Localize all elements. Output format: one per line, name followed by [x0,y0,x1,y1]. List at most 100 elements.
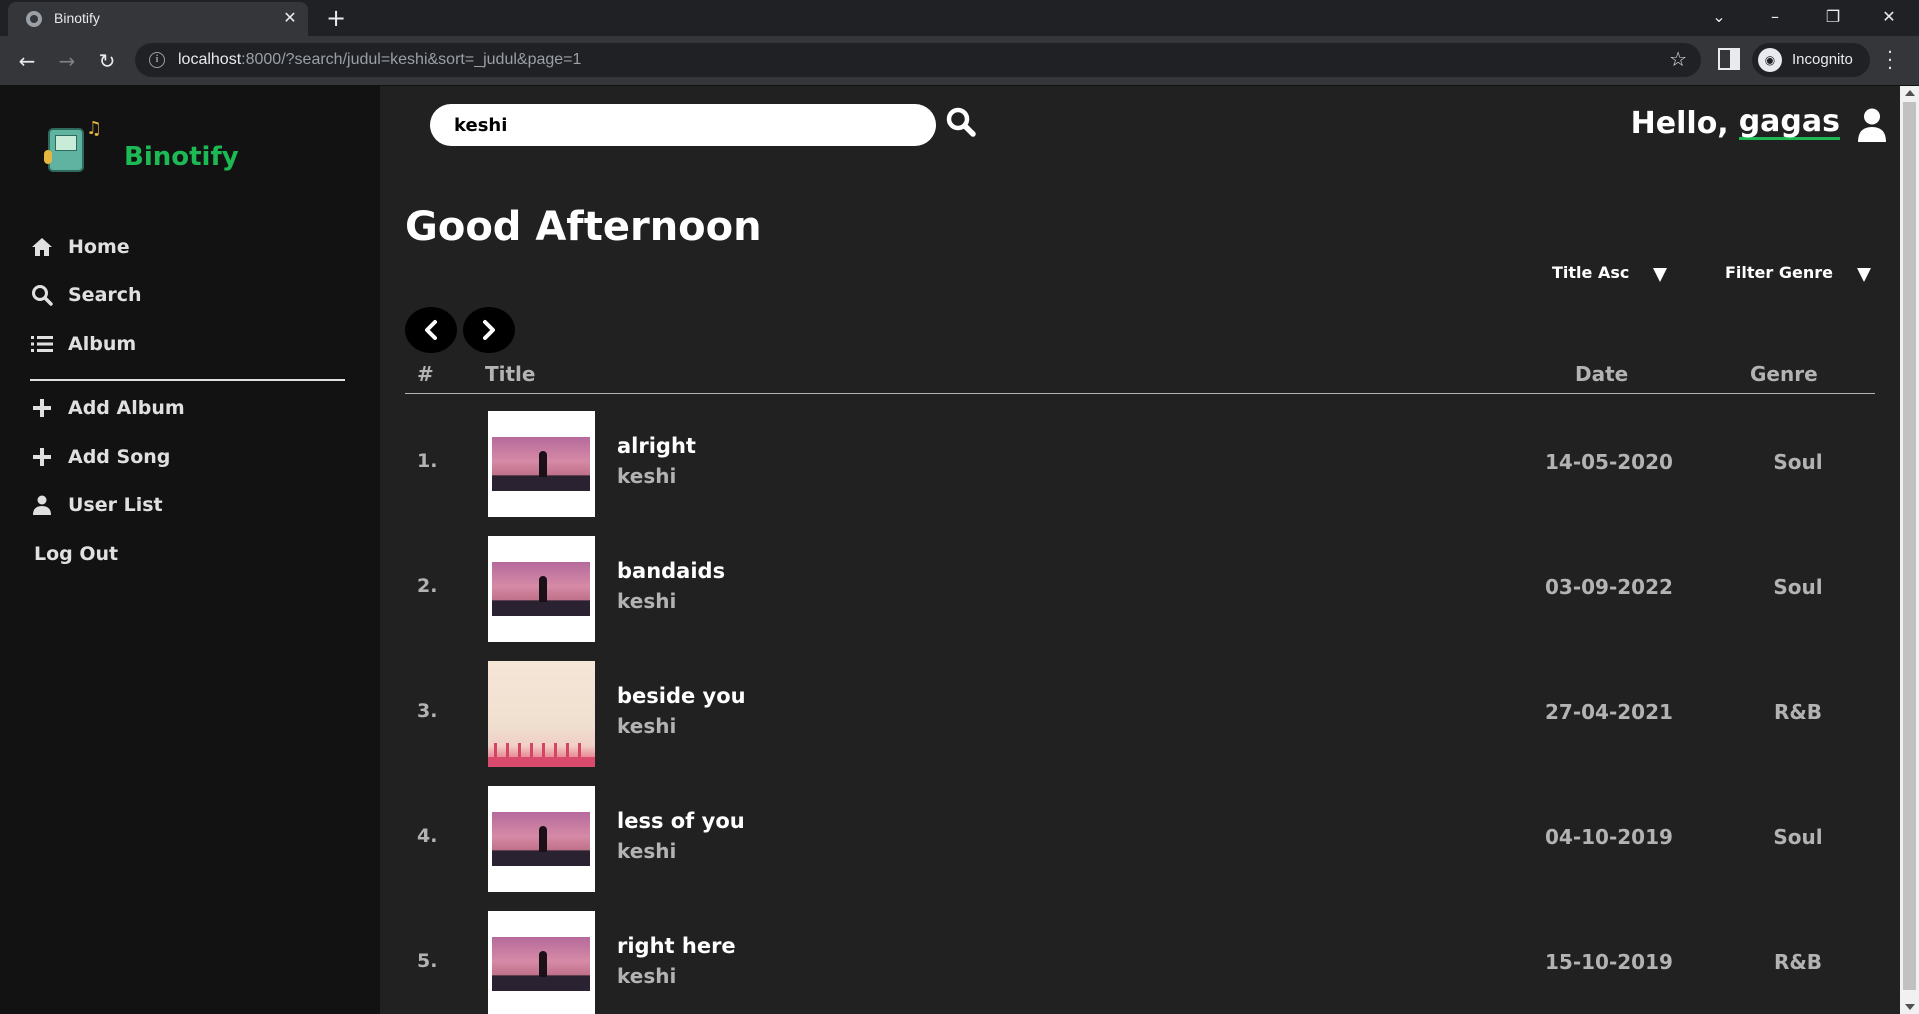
home-icon [30,235,54,259]
prev-page-button[interactable] [405,307,457,353]
album-cover [488,536,595,642]
sidebar-item-logout[interactable]: Log Out [34,539,118,569]
bmo-logo-icon [44,128,84,172]
profile-button[interactable] [1857,108,1887,142]
forward-arrow-icon[interactable]: → [52,46,82,76]
bookmark-star-icon[interactable]: ☆ [1669,47,1687,71]
user-greeting: Hello, gagas [1631,106,1840,141]
side-panel-icon[interactable] [1718,48,1740,70]
plus-icon [30,396,54,420]
sort-dropdown[interactable]: Title Asc [1552,262,1668,282]
globe-icon [26,11,42,27]
music-note-icon: ♫ [86,118,103,139]
column-genre: Genre [1750,362,1818,386]
song-artist: keshi [617,464,677,488]
table-row[interactable]: 1. alright keshi 14-05-2020 Soul [405,406,1875,517]
browser-tab[interactable]: Binotify ✕ [8,2,308,36]
song-title[interactable]: less of you [617,809,745,833]
incognito-icon: ◉ [1758,48,1782,72]
sidebar-item-label: Home [68,236,130,258]
table-row[interactable]: 4. less of you keshi 04-10-2019 Soul [405,781,1875,892]
new-tab-button[interactable]: + [322,4,350,32]
sort-label: Title Asc [1552,262,1630,282]
sidebar-item-home[interactable]: Home [30,232,130,262]
greeting-text: Hello, [1630,106,1729,141]
song-date: 27-04-2021 [1545,700,1673,724]
sidebar-item-add-album[interactable]: Add Album [30,393,185,423]
app-logo[interactable]: ♫ Binotify [44,118,239,190]
song-date: 03-09-2022 [1545,575,1673,599]
sidebar-item-label: Album [68,333,137,355]
song-genre: Soul [1773,450,1823,474]
song-genre: Soul [1773,575,1823,599]
username[interactable]: gagas [1738,107,1840,140]
sidebar-divider [30,379,345,381]
plus-icon [30,445,54,469]
search-input[interactable] [454,112,914,138]
song-table-header: # Title Date Genre [405,354,1875,394]
logo-text: Binotify [124,142,239,172]
row-number: 2. [417,575,438,597]
table-row[interactable]: 5. right here keshi 15-10-2019 R&B [405,906,1875,1014]
user-avatar-icon [1858,108,1886,142]
caret-down-icon [1856,268,1871,282]
sidebar: ♫ Binotify Home Search Album Add Album A… [0,86,380,1014]
next-page-button[interactable] [463,307,515,353]
sidebar-item-add-song[interactable]: Add Song [30,442,170,472]
sidebar-item-label: Add Album [68,397,185,419]
sidebar-item-label: Search [68,284,142,306]
address-url: localhost:8000/?search/judul=keshi&sort=… [178,51,582,68]
song-artist: keshi [617,839,677,863]
browser-toolbar: ← → ↻ i localhost:8000/?search/judul=kes… [0,36,1919,86]
sidebar-item-album[interactable]: Album [30,329,136,359]
row-number: 4. [417,825,438,847]
song-title[interactable]: right here [617,934,736,958]
search-icon [946,107,976,137]
table-row[interactable]: 3. beside you keshi 27-04-2021 R&B [405,656,1875,767]
site-info-icon[interactable]: i [149,52,165,68]
search-box [430,104,936,146]
browser-menu-icon[interactable]: · · · [1884,44,1896,78]
album-cover [488,411,595,517]
page-scrollbar[interactable] [1900,86,1919,1014]
sidebar-item-user-list[interactable]: User List [30,490,163,520]
close-tab-icon[interactable]: ✕ [278,6,302,30]
chevron-left-icon [425,320,437,340]
row-number: 1. [417,450,438,472]
song-artist: keshi [617,964,677,988]
song-title[interactable]: alright [617,434,696,458]
album-cover [488,786,595,892]
restore-button[interactable]: ❐ [1810,0,1856,34]
tab-search-icon[interactable]: ⌄ [1696,0,1742,34]
column-date: Date [1575,362,1629,386]
address-bar[interactable]: i localhost:8000/?search/judul=keshi&sor… [135,43,1701,77]
page: ♫ Binotify Home Search Album Add Album A… [0,86,1900,1014]
back-arrow-icon[interactable]: ← [12,46,42,76]
scroll-up-arrow-icon[interactable] [1905,90,1915,96]
close-window-button[interactable]: ✕ [1866,0,1912,34]
song-date: 15-10-2019 [1545,950,1673,974]
search-icon [30,283,54,307]
browser-tabstrip: Binotify ✕ + ⌄ – ❐ ✕ [0,0,1919,36]
incognito-label: Incognito [1792,51,1853,68]
scroll-down-arrow-icon[interactable] [1905,1004,1915,1010]
caret-down-icon [1653,268,1668,282]
reload-icon[interactable]: ↻ [92,46,122,76]
sidebar-item-search[interactable]: Search [30,280,142,310]
table-row[interactable]: 2. bandaids keshi 03-09-2022 Soul [405,531,1875,642]
song-artist: keshi [617,714,677,738]
song-genre: R&B [1773,950,1823,974]
song-title[interactable]: bandaids [617,559,725,583]
incognito-profile-button[interactable]: ◉ Incognito [1752,43,1870,77]
minimize-button[interactable]: – [1752,0,1798,34]
list-icon [30,332,54,356]
song-artist: keshi [617,589,677,613]
search-button[interactable] [944,106,978,140]
song-title[interactable]: beside you [617,684,746,708]
scrollbar-thumb[interactable] [1903,102,1916,990]
album-cover [488,911,595,1014]
song-date: 14-05-2020 [1545,450,1673,474]
page-title: Good Afternoon [405,204,762,250]
row-number: 3. [417,700,438,722]
genre-filter-dropdown[interactable]: Filter Genre [1725,262,1871,282]
